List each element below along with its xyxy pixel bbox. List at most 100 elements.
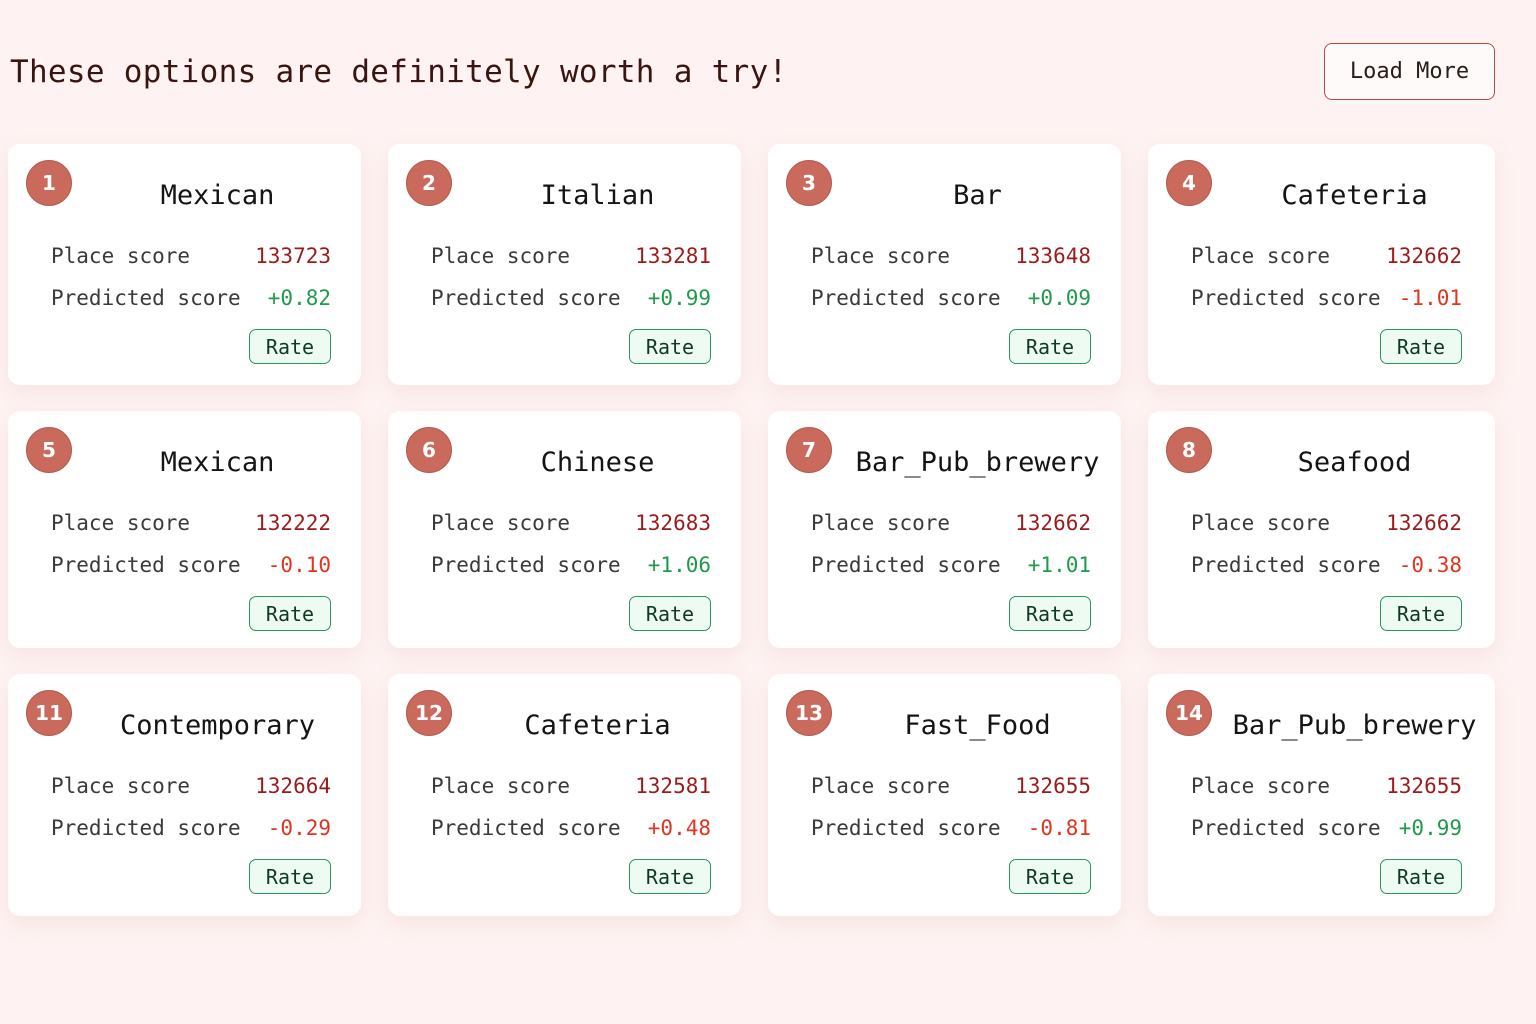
recommendation-card: 7 Bar_Pub_brewery Place score 132662 Predict… [768,411,1121,648]
place-score-row: Place score 133648 [811,244,1091,268]
predicted-score-label: Predicted score [51,286,241,310]
recommendation-card: 6 Chinese Place score 132683 Predicted score… [388,411,741,648]
rate-button[interactable]: Rate [1380,859,1462,894]
predicted-score-value: +1.06 [647,553,711,577]
rate-button[interactable]: Rate [1380,329,1462,364]
place-score-value: 132655 [1386,774,1462,798]
place-score-label: Place score [811,774,951,798]
rank-badge: 11 [26,690,72,736]
place-score-value: 132683 [635,511,711,535]
place-score-label: Place score [431,774,571,798]
predicted-score-label: Predicted score [811,553,1001,577]
rank-badge: 5 [26,427,72,473]
predicted-score-label: Predicted score [811,286,1001,310]
load-more-button[interactable]: Load More [1324,43,1495,100]
place-score-value: 132222 [255,511,331,535]
predicted-score-value: +0.99 [1398,816,1462,840]
place-score-label: Place score [811,244,951,268]
place-score-row: Place score 132655 [1191,774,1462,798]
rate-button[interactable]: Rate [1380,596,1462,631]
rate-button[interactable]: Rate [1009,596,1091,631]
rate-button[interactable]: Rate [249,596,331,631]
rank-badge: 4 [1166,160,1212,206]
predicted-score-value: -0.29 [267,816,331,840]
cuisine-title: Bar_Pub_brewery [1232,710,1477,741]
predicted-score-label: Predicted score [431,286,621,310]
rate-button[interactable]: Rate [1009,329,1091,364]
predicted-score-row: Predicted score -0.38 [1191,553,1462,577]
place-score-value: 132664 [255,774,331,798]
rate-button[interactable]: Rate [629,329,711,364]
place-score-label: Place score [811,511,951,535]
place-score-label: Place score [1191,774,1331,798]
place-score-label: Place score [51,244,191,268]
place-score-row: Place score 132581 [431,774,711,798]
place-score-row: Place score 132683 [431,511,711,535]
rank-badge: 3 [786,160,832,206]
cuisine-title: Bar [953,180,1002,211]
predicted-score-row: Predicted score -0.81 [811,816,1091,840]
place-score-label: Place score [51,511,191,535]
cuisine-title: Contemporary [119,710,316,741]
place-score-row: Place score 133723 [51,244,331,268]
place-score-row: Place score 132662 [811,511,1091,535]
rank-badge: 14 [1166,690,1212,736]
predicted-score-row: Predicted score -0.10 [51,553,331,577]
rank-badge: 12 [406,690,452,736]
predicted-score-label: Predicted score [1191,553,1381,577]
rate-button[interactable]: Rate [629,859,711,894]
cuisine-title: Cafeteria [1281,180,1428,211]
predicted-score-label: Predicted score [431,553,621,577]
rate-button[interactable]: Rate [249,329,331,364]
rank-badge: 2 [406,160,452,206]
recommendation-card: 11 Contemporary Place score 132664 Predicted… [8,674,361,916]
rate-button[interactable]: Rate [1009,859,1091,894]
predicted-score-label: Predicted score [51,816,241,840]
predicted-score-label: Predicted score [431,816,621,840]
place-score-row: Place score 132664 [51,774,331,798]
place-score-label: Place score [431,244,571,268]
predicted-score-row: Predicted score +0.09 [811,286,1091,310]
predicted-score-label: Predicted score [51,553,241,577]
predicted-score-row: Predicted score +1.06 [431,553,711,577]
recommendation-card: 5 Mexican Place score 132222 Predicted score… [8,411,361,648]
cuisine-title: Bar_Pub_brewery [855,447,1100,478]
recommendation-card: 8 Seafood Place score 132662 Predicted score… [1148,411,1495,648]
place-score-row: Place score 132222 [51,511,331,535]
rank-badge: 8 [1166,427,1212,473]
cuisine-title: Mexican [160,447,275,478]
place-score-value: 133723 [255,244,331,268]
recommendation-card: 14 Bar_Pub_brewery Place score 132655 Predic… [1148,674,1495,916]
rate-button[interactable]: Rate [629,596,711,631]
predicted-score-row: Predicted score +0.82 [51,286,331,310]
predicted-score-value: -1.01 [1398,286,1462,310]
predicted-score-value: -0.81 [1027,816,1091,840]
rank-badge: 6 [406,427,452,473]
place-score-label: Place score [51,774,191,798]
recommendation-card: 4 Cafeteria Place score 132662 Predicted sco… [1148,144,1495,385]
predicted-score-value: +0.99 [647,286,711,310]
predicted-score-row: Predicted score -1.01 [1191,286,1462,310]
cuisine-title: Fast_Food [904,710,1051,741]
predicted-score-row: Predicted score +0.99 [431,286,711,310]
rank-badge: 7 [786,427,832,473]
place-score-value: 132662 [1015,511,1091,535]
place-score-row: Place score 133281 [431,244,711,268]
place-score-value: 132662 [1386,511,1462,535]
predicted-score-value: +0.09 [1027,286,1091,310]
rate-button[interactable]: Rate [249,859,331,894]
recommendation-card: 2 Italian Place score 133281 Predicted score… [388,144,741,385]
predicted-score-label: Predicted score [1191,816,1381,840]
predicted-score-label: Predicted score [1191,286,1381,310]
predicted-score-row: Predicted score +0.99 [1191,816,1462,840]
cuisine-title: Cafeteria [524,710,671,741]
place-score-row: Place score 132662 [1191,244,1462,268]
place-score-value: 133281 [635,244,711,268]
recommendation-card: 3 Bar Place score 133648 Predicted score +0.0… [768,144,1121,385]
predicted-score-value: -0.10 [267,553,331,577]
recommendation-card: 13 Fast_Food Place score 132655 Predicted sc… [768,674,1121,916]
cuisine-title: Italian [540,180,655,211]
page-title: These options are definitely worth a try… [10,54,788,90]
place-score-row: Place score 132662 [1191,511,1462,535]
place-score-label: Place score [1191,511,1331,535]
